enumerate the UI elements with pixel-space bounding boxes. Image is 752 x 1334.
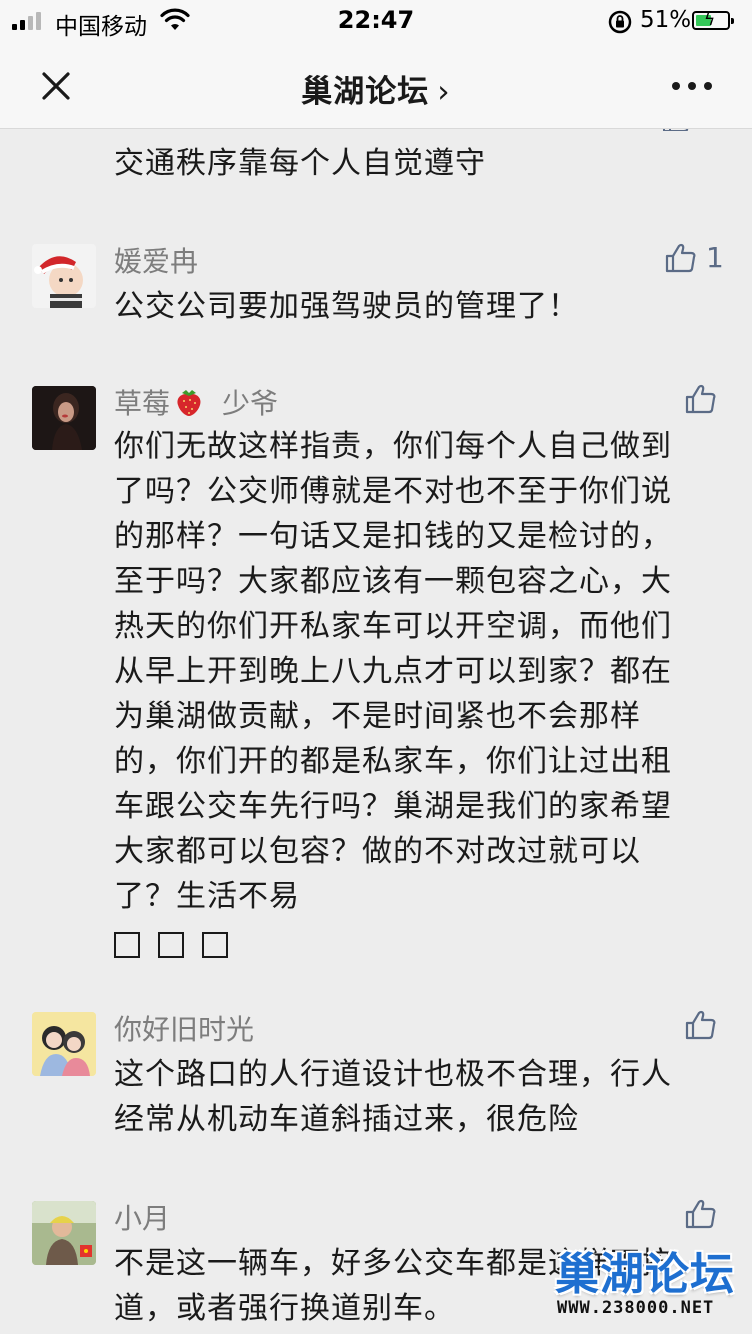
comment-item: 交通秩序靠每个人自觉遵守: [0, 129, 752, 205]
watermark-logo: 巢湖论坛 WWW.238000.NET: [555, 1238, 745, 1330]
thumbs-up-icon: [685, 1199, 716, 1229]
author-name[interactable]: 媛爱冉: [114, 240, 198, 280]
author-name-text: 草莓: [114, 387, 171, 420]
comment-text: 你们无故这样指责，你们每个人自己做到了吗？公交师傅就是不对也不至于你们说的那样？…: [114, 424, 694, 964]
thumbs-up-icon[interactable]: [662, 129, 692, 131]
comment-text: 交通秩序靠每个人自觉遵守: [114, 146, 486, 181]
comment-text: 公交公司要加强驾驶员的管理了！: [114, 289, 579, 324]
more-options-icon[interactable]: [672, 82, 712, 90]
battery-percent: 51%: [640, 7, 692, 33]
avatar[interactable]: [32, 1201, 96, 1265]
avatar[interactable]: [32, 1012, 96, 1076]
nav-bar: 巢湖论坛 ›: [0, 44, 752, 129]
page-title[interactable]: 巢湖论坛 ›: [0, 66, 752, 111]
comment-text-body: 你们无故这样指责，你们每个人自己做到了吗？公交师傅就是不对也不至于你们说的那样？…: [114, 429, 672, 914]
author-suffix: 少爷: [222, 387, 279, 420]
comment-item: 草莓 少爷 你们无故这样指责，你们每个人自己做到了吗？公交师傅就是不对也不至于你…: [0, 383, 752, 966]
unsupported-emoji-placeholders: [114, 931, 228, 958]
chevron-right-icon: ›: [437, 74, 451, 110]
strawberry-icon: [177, 390, 201, 416]
like-button[interactable]: [684, 383, 716, 415]
like-button[interactable]: [684, 1198, 716, 1230]
thumbs-up-icon: [685, 1010, 716, 1040]
author-name[interactable]: 你好旧时光: [114, 1008, 254, 1048]
author-name[interactable]: 小月: [114, 1197, 170, 1237]
watermark-url: WWW.238000.NET: [557, 1298, 715, 1318]
thumbs-up-icon: [685, 384, 716, 414]
status-bar: 中国移动 22:47 51% ϟ: [0, 0, 752, 44]
author-name[interactable]: 草莓 少爷: [114, 382, 278, 422]
page-title-text: 巢湖论坛: [301, 74, 430, 110]
comment-item: 你好旧时光 这个路口的人行道设计也极不合理，行人经常从机动车道斜插过来，很危险: [0, 1009, 752, 1172]
like-count: 1: [706, 241, 724, 274]
comment-item: 媛爱冉 1 公交公司要加强驾驶员的管理了！: [0, 241, 752, 354]
avatar[interactable]: [32, 244, 96, 308]
watermark-name: 巢湖论坛: [555, 1249, 735, 1300]
rotation-lock-icon: [608, 10, 632, 34]
avatar[interactable]: [32, 386, 96, 450]
comment-text: 这个路口的人行道设计也极不合理，行人经常从机动车道斜插过来，很危险: [114, 1057, 672, 1137]
comment-feed[interactable]: 交通秩序靠每个人自觉遵守 媛爱冉 1 公交公司要加强驾驶员的管理了！ 草莓 少爷…: [0, 129, 752, 1334]
thumbs-up-icon: [665, 243, 696, 272]
charging-bolt-icon: ϟ: [704, 10, 716, 30]
like-button[interactable]: [684, 1009, 716, 1041]
battery-icon: ϟ: [692, 10, 734, 30]
like-button[interactable]: 1: [664, 241, 724, 274]
